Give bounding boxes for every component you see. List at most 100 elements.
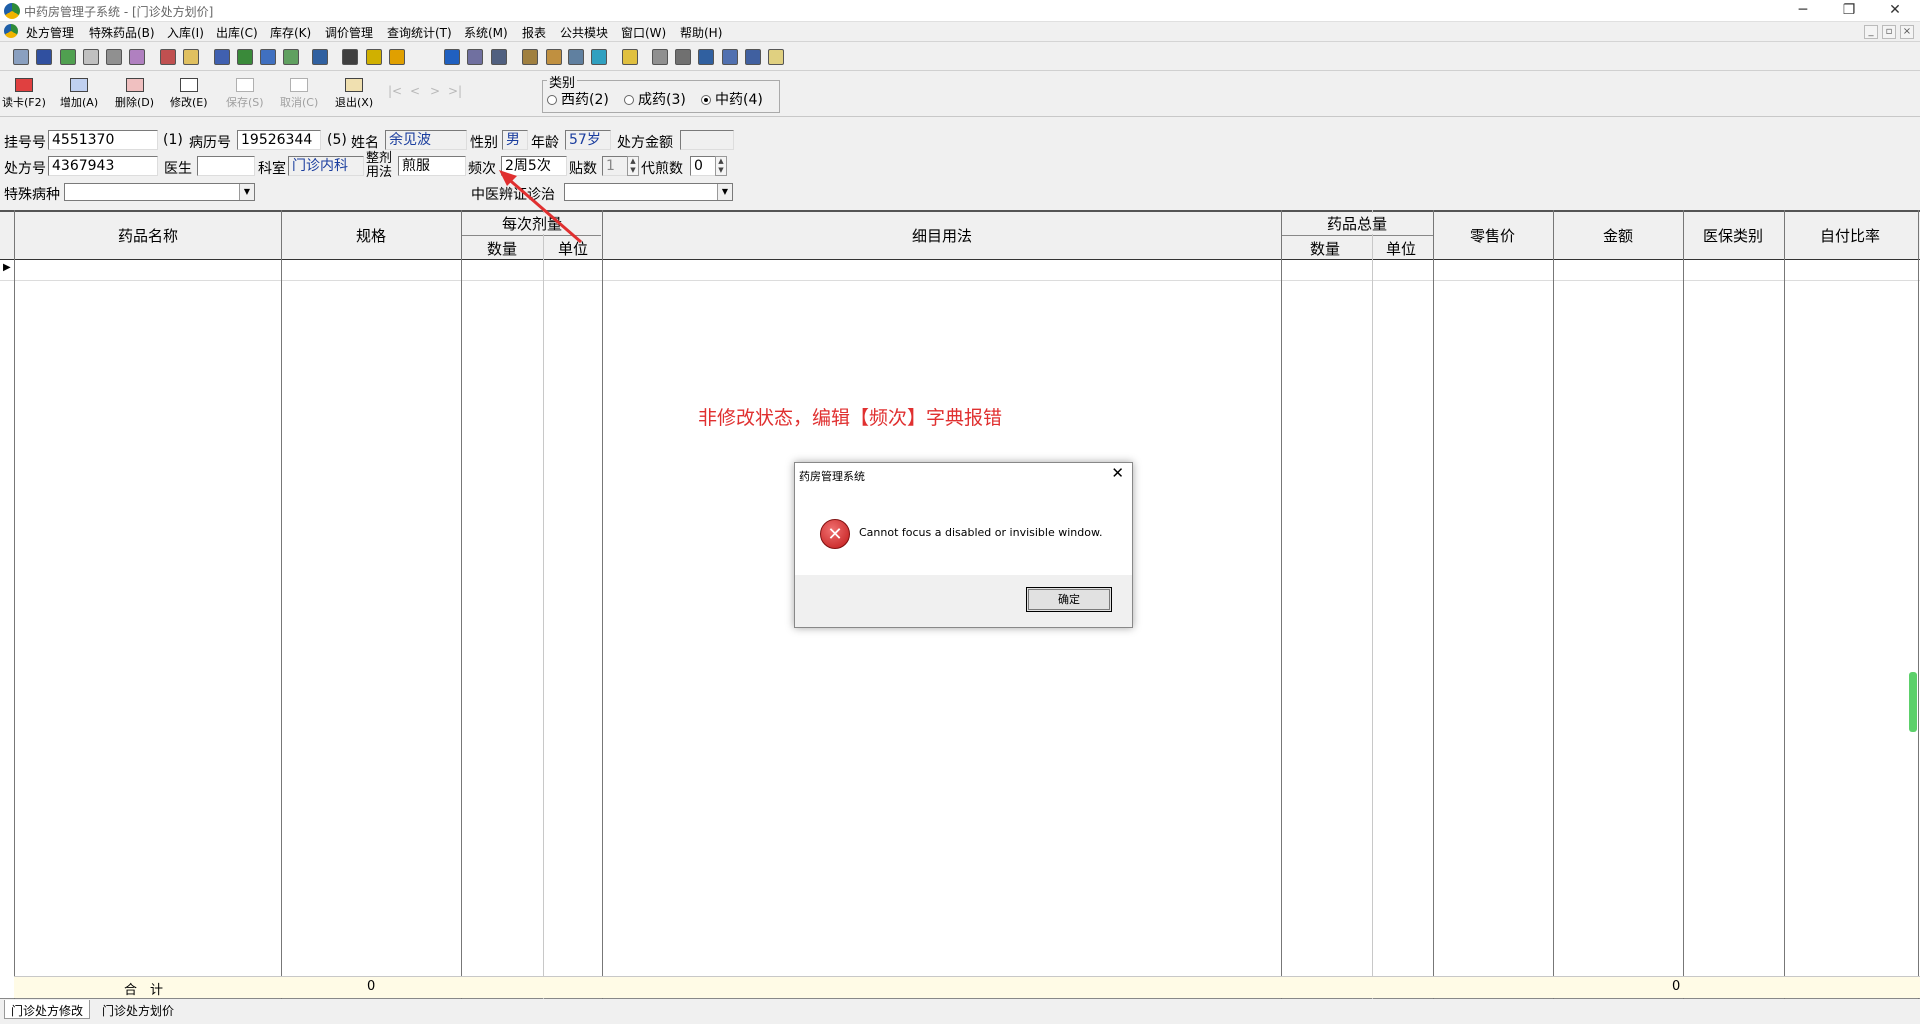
- rx-no-field[interactable]: 4367943: [48, 156, 158, 176]
- mdi-restore-button[interactable]: ▫: [1882, 25, 1896, 39]
- toolbar-icon-27[interactable]: [698, 49, 714, 65]
- menu-reports[interactable]: 报表: [522, 24, 546, 41]
- doctor-field[interactable]: [197, 156, 255, 176]
- col-amount[interactable]: 金额: [1603, 225, 1634, 246]
- menu-prescription[interactable]: 处方管理: [26, 24, 74, 41]
- reg-no-field[interactable]: 4551370: [48, 130, 158, 150]
- col-drug-name[interactable]: 药品名称: [118, 225, 179, 246]
- toolbar-icon-21[interactable]: [546, 49, 562, 65]
- record-no-field[interactable]: 19526344: [237, 130, 321, 150]
- toolbar-icon-17[interactable]: [444, 49, 460, 65]
- radio-tcm[interactable]: 中药(4): [701, 89, 763, 109]
- col-line: [1553, 210, 1554, 999]
- col-total[interactable]: 药品总量: [1327, 213, 1388, 234]
- toolbar-icon-23[interactable]: [591, 49, 607, 65]
- dept-field[interactable]: 门诊内科: [288, 156, 364, 176]
- menu-query-stats[interactable]: 查询统计(T): [387, 24, 452, 41]
- toolbar-icon-26[interactable]: [675, 49, 691, 65]
- toolbar-icon-29[interactable]: [745, 49, 761, 65]
- toolbar-icon-7[interactable]: [160, 49, 176, 65]
- col-spec[interactable]: 规格: [356, 225, 387, 246]
- restore-button[interactable]: ❐: [1826, 0, 1872, 22]
- toolbar-icon-4[interactable]: [83, 49, 99, 65]
- tab-rx-modify[interactable]: 门诊处方修改: [4, 1000, 91, 1019]
- toolbar-icon-18[interactable]: [467, 49, 483, 65]
- doses-field[interactable]: 1: [602, 156, 628, 176]
- col-line: [461, 210, 462, 999]
- toolbar-icon-13[interactable]: [312, 49, 328, 65]
- toolbar-icon-11[interactable]: [260, 49, 276, 65]
- doses-spinner[interactable]: ▲ ▼: [627, 156, 639, 176]
- toolbar-icon-20[interactable]: [522, 49, 538, 65]
- toolbar-icon-9[interactable]: [214, 49, 230, 65]
- dialog-close-icon[interactable]: ✕: [1111, 464, 1124, 482]
- radio-western[interactable]: 西药(2): [547, 89, 609, 109]
- toolbar-icon-10[interactable]: [237, 49, 253, 65]
- col-usage-detail[interactable]: 细目用法: [912, 225, 973, 246]
- modify-button[interactable]: 修改(E): [170, 78, 208, 110]
- toolbar-icon-22[interactable]: [568, 49, 584, 65]
- col-line: [14, 210, 15, 999]
- cancel-icon: [290, 78, 309, 92]
- menu-inventory[interactable]: 库存(K): [270, 24, 311, 41]
- col-insurance[interactable]: 医保类别: [1703, 225, 1764, 246]
- exit-button[interactable]: 退出(X): [335, 78, 373, 110]
- menu-stock-in[interactable]: 入库(I): [167, 24, 204, 41]
- toolbar-icon-25[interactable]: [652, 49, 668, 65]
- delete-button[interactable]: 删除(D): [115, 78, 154, 110]
- save-button[interactable]: 保存(S): [226, 78, 264, 110]
- toolbar-icon-28[interactable]: [722, 49, 738, 65]
- ok-button[interactable]: 确定: [1026, 587, 1112, 612]
- amount-field[interactable]: [680, 130, 734, 150]
- desktop-scroll-indicator[interactable]: [1909, 672, 1917, 732]
- menu-window[interactable]: 窗口(W): [621, 24, 666, 41]
- menu-stock-out[interactable]: 出库(C): [216, 24, 258, 41]
- minimize-button[interactable]: ─: [1780, 0, 1826, 22]
- tab-rx-pricing[interactable]: 门诊处方划价: [96, 1000, 180, 1019]
- menu-special-drugs[interactable]: 特殊药品(B): [89, 24, 155, 41]
- col-retail-price[interactable]: 零售价: [1470, 225, 1516, 246]
- special-combo[interactable]: ▼: [64, 183, 255, 201]
- toolbar-icon-24[interactable]: [622, 49, 638, 65]
- add-button[interactable]: 增加(A): [60, 78, 98, 110]
- sex-field[interactable]: 男: [502, 130, 528, 150]
- toolbar-icon-15[interactable]: [366, 49, 382, 65]
- menu-public[interactable]: 公共模块: [560, 24, 608, 41]
- col-total-unit[interactable]: 单位: [1386, 238, 1417, 259]
- menu-system[interactable]: 系统(M): [464, 24, 508, 41]
- card-icon: [14, 78, 33, 92]
- chevron-down-icon[interactable]: ▼: [717, 184, 732, 200]
- toolbar-icon-5[interactable]: [106, 49, 122, 65]
- toolbar-icon-8[interactable]: [183, 49, 199, 65]
- first-record-icon[interactable]: |<: [388, 84, 402, 98]
- close-window-button[interactable]: ✕: [1872, 0, 1918, 22]
- menu-price-adjust[interactable]: 调价管理: [325, 24, 373, 41]
- read-card-button[interactable]: 读卡(F2): [2, 78, 46, 110]
- toolbar-icon-6[interactable]: [129, 49, 145, 65]
- radio-patent[interactable]: 成药(3): [624, 89, 686, 109]
- name-field[interactable]: 余见波: [385, 130, 467, 150]
- toolbar-icon-30[interactable]: [768, 49, 784, 65]
- col-self-pay[interactable]: 自付比率: [1820, 225, 1881, 246]
- col-total-qty[interactable]: 数量: [1310, 238, 1341, 259]
- last-record-icon[interactable]: >|: [448, 84, 462, 98]
- prev-record-icon[interactable]: <: [410, 84, 420, 98]
- dept-label: 科室: [258, 161, 286, 177]
- toolbar-icon-1[interactable]: [13, 49, 29, 65]
- toolbar-icon-12[interactable]: [283, 49, 299, 65]
- next-record-icon[interactable]: >: [430, 84, 440, 98]
- toolbar-icon-14[interactable]: [342, 49, 358, 65]
- toolbar-icon-19[interactable]: [491, 49, 507, 65]
- cancel-button[interactable]: 取消(C): [280, 78, 318, 110]
- toolbar-icon-16[interactable]: [389, 49, 405, 65]
- mdi-close-button[interactable]: ×: [1900, 25, 1914, 39]
- chevron-down-icon[interactable]: ▼: [239, 184, 254, 200]
- menu-help[interactable]: 帮助(H): [680, 24, 722, 41]
- toolbar-icon-2[interactable]: [36, 49, 52, 65]
- age-field[interactable]: 57岁: [565, 130, 611, 150]
- decoct-spinner[interactable]: ▲ ▼: [715, 156, 727, 176]
- toolbar-icon-3[interactable]: [60, 49, 76, 65]
- usage-field[interactable]: 煎服: [398, 156, 466, 176]
- mdi-minimize-button[interactable]: _: [1864, 25, 1878, 39]
- decoct-field[interactable]: 0: [690, 156, 716, 176]
